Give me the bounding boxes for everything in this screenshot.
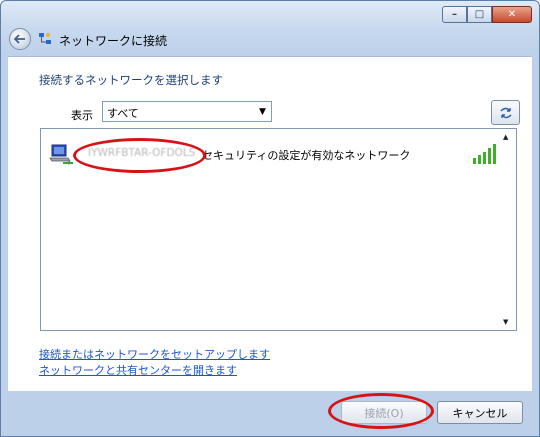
page-heading: 接続するネットワークを選択します <box>39 73 223 87</box>
network-list[interactable]: IYWRFBTAR-OFDOLS セキュリティの設定が有効なネットワーク ▲ ▼ <box>40 128 517 331</box>
network-name: IYWRFBTAR-OFDOLS <box>88 147 196 159</box>
minimize-button[interactable]: – <box>442 6 467 23</box>
refresh-icon <box>500 107 511 118</box>
content-panel: 接続するネットワークを選択します 表示 すべて ▼ IYWRFBTAR-OFDO… <box>8 56 532 391</box>
dropdown-arrow-icon: ▼ <box>259 106 266 117</box>
connect-button[interactable]: 接続(O) <box>341 401 427 424</box>
close-button[interactable]: ✕ <box>492 6 532 23</box>
cancel-button[interactable]: キャンセル <box>437 401 523 424</box>
signal-strength-icon <box>473 144 496 164</box>
setup-connection-link[interactable]: 接続またはネットワークをセットアップします <box>39 346 270 362</box>
network-security-status: セキュリティの設定が有効なネットワーク <box>202 149 411 162</box>
scroll-down-icon[interactable]: ▼ <box>503 318 508 326</box>
filter-label: 表示 <box>71 109 93 122</box>
scroll-up-icon[interactable]: ▲ <box>503 133 508 141</box>
back-button[interactable] <box>9 28 31 50</box>
refresh-button[interactable] <box>491 100 520 125</box>
back-arrow-icon <box>14 34 25 44</box>
network-sharing-center-link[interactable]: ネットワークと共有センターを開きます <box>39 362 237 378</box>
window-controls: – □ ✕ <box>442 6 532 23</box>
network-list-item[interactable]: IYWRFBTAR-OFDOLS セキュリティの設定が有効なネットワーク <box>47 143 497 169</box>
filter-selected-value: すべて <box>107 107 139 120</box>
maximize-button[interactable]: □ <box>467 6 492 23</box>
wireless-network-icon <box>49 144 73 165</box>
window-title: ネットワークに接続 <box>59 34 168 48</box>
list-scrollbar[interactable]: ▲ ▼ <box>500 129 516 330</box>
connect-to-network-window: – □ ✕ ネットワークに接続 接続するネットワークを選択します 表示 すべて … <box>0 0 540 437</box>
network-wizard-icon <box>39 33 51 44</box>
network-filter-select[interactable]: すべて ▼ <box>102 101 272 122</box>
